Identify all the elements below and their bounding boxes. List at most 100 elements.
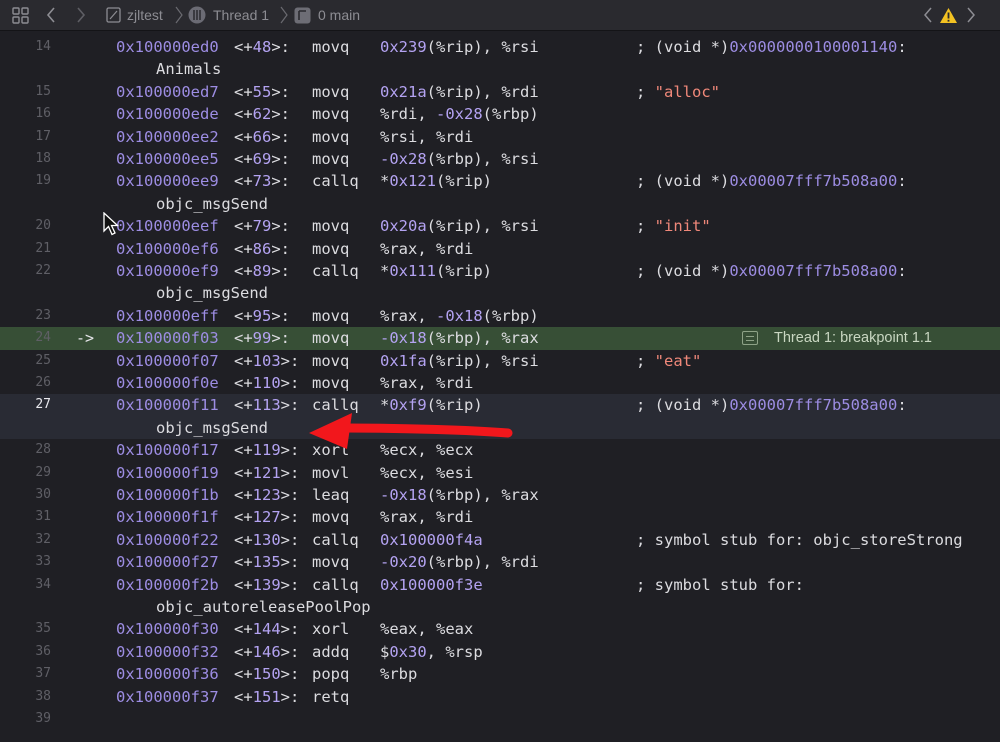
instruction-address: 0x100000ee9 <box>116 172 219 191</box>
disassembly-row[interactable]: 27 0x100000f11 <+113>: callq *0xf9(%rip) ; (v… <box>0 394 1000 417</box>
disassembly-row[interactable]: 25 0x100000f07 <+103>: movq 0x1fa(%rip), %rs… <box>0 350 1000 372</box>
program-counter-marker: -> <box>76 329 95 348</box>
line-number[interactable]: 36 <box>0 641 51 663</box>
disassembly-row[interactable]: 39 <box>0 708 1000 730</box>
disassembly-row[interactable]: 21 0x100000ef6 <+86>: movq %rax, %rdi <box>0 238 1000 260</box>
instruction-address: 0x100000f32 <box>116 642 219 661</box>
instruction-offset: <+121>: <box>234 463 300 482</box>
line-number[interactable]: 25 <box>0 350 51 372</box>
disassembly-row[interactable]: 32 0x100000f22 <+130>: callq 0x100000f4a ; sy… <box>0 529 1000 551</box>
disassembly-row[interactable]: 16 0x100000ede <+62>: movq %rdi, -0x28(%rbp) <box>0 103 1000 125</box>
breadcrumb-project[interactable]: zjltest <box>106 0 163 30</box>
disassembly-row[interactable]: 30 0x100000f1b <+123>: leaq -0x18(%rbp), %ra… <box>0 484 1000 506</box>
disassembly-row[interactable]: 34 0x100000f2b <+139>: callq 0x100000f3e ; sy… <box>0 574 1000 596</box>
disassembly-row[interactable]: 18 0x100000ee5 <+69>: movq -0x28(%rbp), %rsi <box>0 148 1000 170</box>
breakpoint-annotation[interactable]: Thread 1: breakpoint 1.1 <box>742 327 932 349</box>
symbol-continuation: objc_msgSend <box>156 418 268 437</box>
related-items-grid-icon[interactable] <box>12 0 29 30</box>
line-number[interactable]: 27 <box>0 394 51 416</box>
disassembly-row[interactable]: 26 0x100000f0e <+110>: movq %rax, %rdi <box>0 372 1000 394</box>
back-chevron-icon[interactable] <box>46 0 56 30</box>
instruction-mnemonic: callq <box>312 172 359 191</box>
instruction-comment: ; (void *)0x00007fff7b508a00: <box>636 262 907 280</box>
disassembly-row[interactable]: 35 0x100000f30 <+144>: xorl %eax, %eax <box>0 618 1000 640</box>
line-number[interactable]: 22 <box>0 260 51 282</box>
line-number[interactable]: 15 <box>0 81 51 103</box>
disassembly-row[interactable]: 29 0x100000f19 <+121>: movl %ecx, %esi <box>0 462 1000 484</box>
line-number[interactable]: 16 <box>0 103 51 125</box>
instruction-offset: <+95>: <box>234 306 291 325</box>
line-number[interactable]: 14 <box>0 36 51 58</box>
disassembly-row[interactable]: 22 0x100000ef9 <+89>: callq *0x111(%rip) ; (v… <box>0 260 1000 282</box>
line-number[interactable]: 28 <box>0 439 51 461</box>
disassembly-row[interactable]: 23 0x100000eff <+95>: movq %rax, -0x18(%rbp) <box>0 305 1000 327</box>
line-number[interactable]: 33 <box>0 551 51 573</box>
disassembly-row[interactable]: 33 0x100000f27 <+135>: movq -0x20(%rbp), %rd… <box>0 551 1000 573</box>
disassembly-row[interactable]: 14 0x100000ed0 <+48>: movq 0x239(%rip), %rsi… <box>0 36 1000 58</box>
disassembly-continuation-row[interactable]: objc_autoreleasePoolPop <box>0 596 1000 618</box>
disassembly-row[interactable]: 38 0x100000f37 <+151>: retq <box>0 686 1000 708</box>
line-number[interactable]: 34 <box>0 574 51 596</box>
disassembly-row[interactable]: 37 0x100000f36 <+150>: popq %rbp <box>0 663 1000 685</box>
disassembly-row[interactable]: 28 0x100000f17 <+119>: xorl %ecx, %ecx <box>0 439 1000 461</box>
line-number[interactable]: 38 <box>0 686 51 708</box>
instruction-mnemonic: movq <box>312 82 350 101</box>
disassembly-continuation-row[interactable]: Animals <box>0 58 1000 80</box>
warning-icon[interactable] <box>939 0 958 30</box>
line-number[interactable]: 32 <box>0 529 51 551</box>
instruction-operands: 0x20a(%rip), %rsi <box>380 217 539 236</box>
line-number[interactable]: 39 <box>0 708 51 730</box>
disassembly-row[interactable]: 15 0x100000ed7 <+55>: movq 0x21a(%rip), %rdi… <box>0 81 1000 103</box>
line-number[interactable]: 19 <box>0 170 51 192</box>
instruction-operands: %rax, %rdi <box>380 508 474 527</box>
instruction-operands: 0x100000f4a <box>380 530 483 549</box>
mouse-pointer-icon <box>103 211 120 240</box>
instruction-comment: ; (void *)0x00007fff7b508a00: <box>636 396 907 415</box>
forward-chevron-icon[interactable] <box>76 0 86 30</box>
breadcrumb-thread-label: Thread 1 <box>213 7 270 23</box>
instruction-operands: %rax, -0x18(%rbp) <box>380 306 539 325</box>
instruction-address: 0x100000ed0 <box>116 38 219 56</box>
line-number[interactable]: 21 <box>0 238 51 260</box>
disassembly-row[interactable]: 20 0x100000eef <+79>: movq 0x20a(%rip), %rsi… <box>0 215 1000 237</box>
disassembly-continuation-row[interactable]: objc_msgSend <box>0 282 1000 304</box>
disassembly-row[interactable]: 17 0x100000ee2 <+66>: movq %rsi, %rdi <box>0 126 1000 148</box>
instruction-offset: <+62>: <box>234 105 291 124</box>
disassembly-row[interactable]: 24 -> 0x100000f03 <+99>: movq -0x18(%rbp), %r… <box>0 327 1000 350</box>
next-issue-chevron-icon[interactable] <box>966 0 976 30</box>
line-number[interactable]: 23 <box>0 305 51 327</box>
instruction-operands: %rbp <box>380 665 418 684</box>
line-number[interactable]: 17 <box>0 126 51 148</box>
line-number[interactable]: 29 <box>0 462 51 484</box>
instruction-address: 0x100000ede <box>116 105 219 124</box>
instruction-address: 0x100000f30 <box>116 620 219 639</box>
breadcrumb-separator-icon <box>175 0 183 30</box>
disassembly-row[interactable]: 19 0x100000ee9 <+73>: callq *0x121(%rip) ; (v… <box>0 170 1000 192</box>
breadcrumb-thread[interactable]: Thread 1 <box>187 0 269 30</box>
instruction-address: 0x100000ee2 <box>116 127 219 146</box>
previous-issue-chevron-icon[interactable] <box>923 0 933 30</box>
line-number[interactable]: 26 <box>0 372 51 394</box>
instruction-offset: <+130>: <box>234 530 300 549</box>
line-number[interactable]: 18 <box>0 148 51 170</box>
disassembly-row[interactable]: 31 0x100000f1f <+127>: movq %rax, %rdi <box>0 506 1000 528</box>
instruction-mnemonic: movq <box>312 150 350 168</box>
line-number[interactable]: 30 <box>0 484 51 506</box>
line-number[interactable]: 20 <box>0 215 51 237</box>
instruction-offset: <+110>: <box>234 374 300 392</box>
instruction-offset: <+89>: <box>234 262 291 280</box>
line-number[interactable]: 37 <box>0 663 51 685</box>
instruction-offset: <+135>: <box>234 553 300 572</box>
instruction-address: 0x100000f1b <box>116 486 219 504</box>
line-number[interactable]: 24 <box>0 327 51 349</box>
line-number[interactable]: 31 <box>0 506 51 528</box>
instruction-address: 0x100000f22 <box>116 530 219 549</box>
disassembly-continuation-row[interactable]: objc_msgSend <box>0 193 1000 215</box>
disassembly-row[interactable]: 36 0x100000f32 <+146>: addq $0x30, %rsp <box>0 641 1000 663</box>
instruction-address: 0x100000f17 <box>116 441 219 460</box>
breadcrumb-frame[interactable]: 0 main <box>294 0 360 30</box>
line-number[interactable]: 35 <box>0 618 51 640</box>
instruction-offset: <+144>: <box>234 620 300 639</box>
disassembly-continuation-row[interactable]: objc_msgSend <box>0 416 1000 440</box>
disassembly-view[interactable]: 14 0x100000ed0 <+48>: movq 0x239(%rip), %rsi… <box>0 36 1000 742</box>
